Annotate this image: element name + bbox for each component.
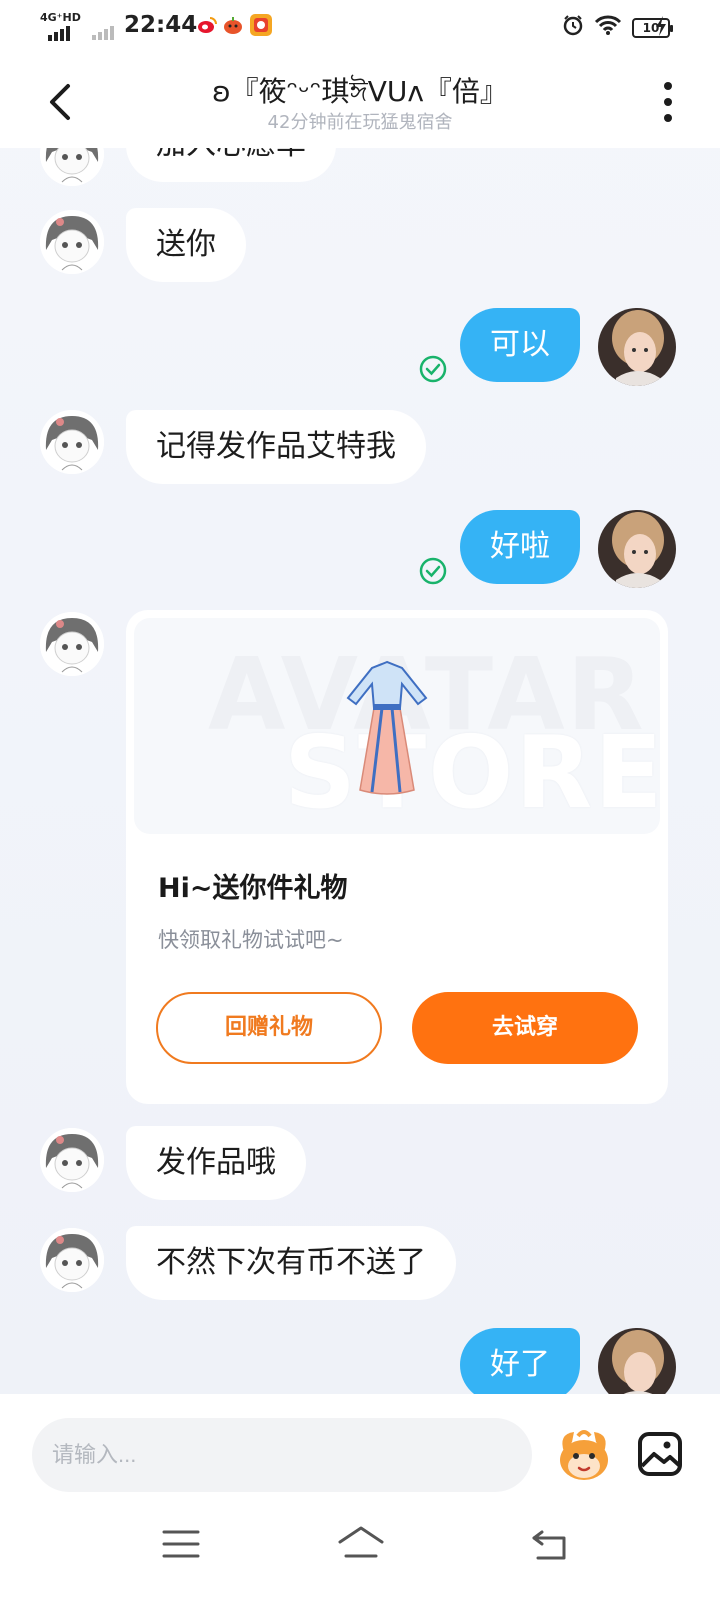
check-circle-icon xyxy=(418,354,448,384)
my-avatar[interactable] xyxy=(598,510,676,588)
contact-avatar[interactable] xyxy=(40,612,104,676)
message-bubble-sent[interactable]: 可以 xyxy=(460,308,580,382)
gift-banner: AVATAR STORE xyxy=(134,618,660,834)
try-on-button[interactable]: 去试穿 xyxy=(412,992,638,1064)
message-input[interactable] xyxy=(32,1418,532,1492)
reading-app-icon xyxy=(250,14,272,36)
system-navigation-bar xyxy=(0,1494,720,1600)
message-list[interactable]: 加入心愿单 送你 可以 记得发作品艾特我 好啦 AVATAR STORE xyxy=(0,148,720,1394)
gift-subtitle: 快领取礼物试试吧~ xyxy=(158,928,344,952)
home-icon xyxy=(338,1526,384,1558)
wifi-icon xyxy=(594,14,622,42)
chat-header: ʚ『筱ᵔᵕᵔ琪ঈVUᴧ『倍』 42分钟前在玩猛鬼宿舍 xyxy=(0,56,720,148)
my-avatar[interactable] xyxy=(598,1328,676,1394)
pumpkin-app-icon xyxy=(222,14,244,36)
recent-apps-button[interactable] xyxy=(162,1524,200,1564)
more-options-button[interactable] xyxy=(656,82,680,122)
contact-avatar[interactable] xyxy=(40,148,104,186)
clock: 22:44 xyxy=(124,12,198,38)
mascot-emoji-icon xyxy=(560,1430,608,1480)
chevron-left-icon xyxy=(50,84,70,120)
gift-title: Hi~送你件礼物 xyxy=(158,873,348,904)
more-vertical-icon xyxy=(664,82,672,90)
charging-icon xyxy=(654,15,668,43)
message-bubble-sent[interactable]: 好啦 xyxy=(460,510,580,584)
contact-avatar[interactable] xyxy=(40,410,104,474)
message-input-bar xyxy=(0,1394,720,1494)
return-gift-button[interactable]: 回赠礼物 xyxy=(156,992,382,1064)
message-bubble-received[interactable]: 加入心愿单 xyxy=(126,148,336,182)
alarm-icon xyxy=(562,14,584,42)
back-button[interactable] xyxy=(36,78,84,126)
return-icon xyxy=(532,1530,566,1560)
contact-avatar[interactable] xyxy=(40,210,104,274)
image-button[interactable] xyxy=(636,1430,684,1478)
system-back-button[interactable] xyxy=(530,1524,570,1564)
network-type: 4G⁺HD xyxy=(40,11,81,24)
status-bar: 4G⁺HD 22:44 10 xyxy=(0,0,720,56)
home-button[interactable] xyxy=(336,1522,386,1566)
weibo-app-icon xyxy=(196,14,218,36)
signal-secondary-icon xyxy=(92,26,114,40)
menu-icon xyxy=(162,1530,200,1558)
signal-icon xyxy=(48,26,70,41)
image-icon xyxy=(638,1432,682,1476)
message-bubble-received[interactable]: 发作品哦 xyxy=(126,1126,306,1200)
message-bubble-received[interactable]: 记得发作品艾特我 xyxy=(126,410,426,484)
contact-avatar[interactable] xyxy=(40,1228,104,1292)
message-bubble-received[interactable]: 送你 xyxy=(126,208,246,282)
check-circle-icon xyxy=(418,556,448,586)
message-bubble-received[interactable]: 不然下次有币不送了 xyxy=(126,1226,456,1300)
emoji-button[interactable] xyxy=(552,1422,616,1486)
contact-avatar[interactable] xyxy=(40,1128,104,1192)
message-bubble-sent[interactable]: 好了 xyxy=(460,1328,580,1394)
contact-activity-status: 42分钟前在玩猛鬼宿舍 xyxy=(267,112,453,133)
my-avatar[interactable] xyxy=(598,308,676,386)
dress-gift-image xyxy=(346,660,428,795)
banner-watermark-store: STORE xyxy=(284,714,660,831)
gift-card[interactable]: AVATAR STORE Hi~送你件礼物 快领取礼物试试吧~ 回赠礼物 去试穿 xyxy=(126,610,668,1104)
